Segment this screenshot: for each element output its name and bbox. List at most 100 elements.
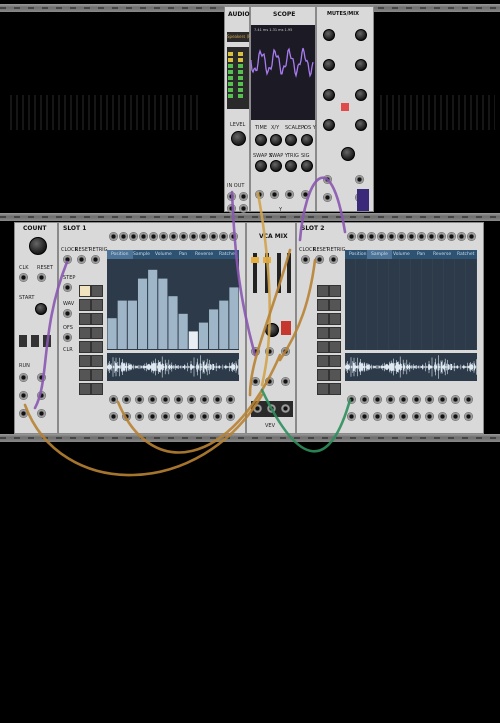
scope-xy-knob[interactable] xyxy=(270,134,282,146)
vca-fader-2-cap[interactable] xyxy=(263,257,271,263)
count-jack-4[interactable] xyxy=(37,373,46,382)
seq2-pad[interactable] xyxy=(317,285,329,297)
seq2-pad[interactable] xyxy=(317,341,329,353)
seq2-pad[interactable] xyxy=(329,369,341,381)
mutes-knob-3[interactable] xyxy=(323,59,335,71)
seq2-jack[interactable] xyxy=(464,412,473,421)
seq1-top-jack[interactable] xyxy=(149,232,158,241)
seq1-jack[interactable] xyxy=(213,395,222,404)
seq2-tab-pan[interactable]: Pan xyxy=(413,250,429,259)
seq2-jack[interactable] xyxy=(373,395,382,404)
seq2-jack[interactable] xyxy=(360,395,369,404)
seq2-jack[interactable] xyxy=(360,412,369,421)
seq2-top-jack[interactable] xyxy=(377,232,386,241)
seq2-top-jack[interactable] xyxy=(407,232,416,241)
seq1-jack[interactable] xyxy=(161,395,170,404)
scope-knob-6[interactable] xyxy=(270,160,282,172)
seq1-pad[interactable] xyxy=(91,299,103,311)
audio-jack-1[interactable] xyxy=(227,192,236,201)
scope-time-knob[interactable] xyxy=(255,134,267,146)
count-button-2[interactable] xyxy=(31,335,39,347)
seq1-tab-volume[interactable]: Volume xyxy=(151,250,176,259)
seq1-retrig-jack[interactable] xyxy=(91,255,100,264)
seq1-pad[interactable] xyxy=(79,355,91,367)
seq1-top-jack[interactable] xyxy=(229,232,238,241)
mutes-jack-1[interactable] xyxy=(323,175,332,184)
mutes-mute-button[interactable] xyxy=(341,103,349,111)
seq1-jack[interactable] xyxy=(174,412,183,421)
count-jack-3[interactable] xyxy=(19,373,28,382)
seq2-tab-ratchet[interactable]: Ratchet xyxy=(453,250,478,259)
seq1-top-jack[interactable] xyxy=(139,232,148,241)
seq1-clock-jack[interactable] xyxy=(63,255,72,264)
vca-jack-1[interactable] xyxy=(251,347,260,356)
mutes-knob-5[interactable] xyxy=(323,89,335,101)
seq1-side-jack-1[interactable] xyxy=(63,283,72,292)
seq1-jack[interactable] xyxy=(135,395,144,404)
seq2-clock-jack[interactable] xyxy=(301,255,310,264)
seq1-top-jack[interactable] xyxy=(199,232,208,241)
vca-jack-6[interactable] xyxy=(281,377,290,386)
scope-pos-knob[interactable] xyxy=(301,134,313,146)
scope-knob-5[interactable] xyxy=(255,160,267,172)
seq1-jack[interactable] xyxy=(148,412,157,421)
seq2-jack[interactable] xyxy=(425,412,434,421)
seq1-pad[interactable] xyxy=(91,327,103,339)
count-jack-6[interactable] xyxy=(37,391,46,400)
count-jack-5[interactable] xyxy=(19,391,28,400)
mutes-knob-1[interactable] xyxy=(323,29,335,41)
seq2-top-jack[interactable] xyxy=(347,232,356,241)
seq2-reset-jack[interactable] xyxy=(315,255,324,264)
seq1-top-jack[interactable] xyxy=(159,232,168,241)
seq2-jack[interactable] xyxy=(373,412,382,421)
seq2-pad[interactable] xyxy=(329,327,341,339)
seq1-pad[interactable] xyxy=(79,369,91,381)
seq1-reset-jack[interactable] xyxy=(77,255,86,264)
scope-knob-7[interactable] xyxy=(285,160,297,172)
audio-jack-3[interactable] xyxy=(227,204,236,213)
count-jack-1[interactable] xyxy=(19,273,28,282)
scope-jack-3[interactable] xyxy=(285,190,294,199)
seq1-tab-reverse[interactable]: Reverse xyxy=(191,250,217,259)
vca-jack-2[interactable] xyxy=(265,347,274,356)
vca-out-jack-3[interactable] xyxy=(281,404,290,413)
seq2-top-jack[interactable] xyxy=(357,232,366,241)
scope-jack-4[interactable] xyxy=(301,190,310,199)
seq2-jack[interactable] xyxy=(412,412,421,421)
seq2-top-jack[interactable] xyxy=(447,232,456,241)
mutes-knob-4[interactable] xyxy=(355,59,367,71)
seq1-top-jack[interactable] xyxy=(209,232,218,241)
seq1-jack[interactable] xyxy=(135,412,144,421)
mutes-knob-7[interactable] xyxy=(323,119,335,131)
vca-out-jack-1[interactable] xyxy=(253,404,262,413)
scope-jack-1[interactable] xyxy=(255,190,264,199)
seq1-pad[interactable] xyxy=(91,285,103,297)
seq1-pad[interactable] xyxy=(91,355,103,367)
seq2-jack[interactable] xyxy=(438,412,447,421)
seq2-top-jack[interactable] xyxy=(457,232,466,241)
seq2-top-jack[interactable] xyxy=(397,232,406,241)
seq2-pad[interactable] xyxy=(329,299,341,311)
seq2-jack[interactable] xyxy=(399,395,408,404)
seq1-top-jack[interactable] xyxy=(189,232,198,241)
seq1-pad[interactable] xyxy=(79,299,91,311)
seq2-pad[interactable] xyxy=(317,383,329,395)
vca-fader-3[interactable] xyxy=(277,253,281,293)
seq1-top-jack[interactable] xyxy=(119,232,128,241)
seq2-jack[interactable] xyxy=(412,395,421,404)
mutes-knob-2[interactable] xyxy=(355,29,367,41)
seq1-jack[interactable] xyxy=(213,412,222,421)
seq2-pad[interactable] xyxy=(329,341,341,353)
mutes-mix-knob[interactable] xyxy=(341,147,355,161)
scope-jack-2[interactable] xyxy=(270,190,279,199)
seq1-top-jack[interactable] xyxy=(129,232,138,241)
count-main-knob[interactable] xyxy=(29,237,47,255)
seq2-pad[interactable] xyxy=(317,313,329,325)
vca-jack-3[interactable] xyxy=(281,347,290,356)
mutes-knob-6[interactable] xyxy=(355,89,367,101)
mutes-jack-3[interactable] xyxy=(323,193,332,202)
seq1-jack[interactable] xyxy=(187,395,196,404)
seq1-jack[interactable] xyxy=(200,412,209,421)
vca-mute-button[interactable] xyxy=(281,321,291,335)
seq2-pad[interactable] xyxy=(329,355,341,367)
